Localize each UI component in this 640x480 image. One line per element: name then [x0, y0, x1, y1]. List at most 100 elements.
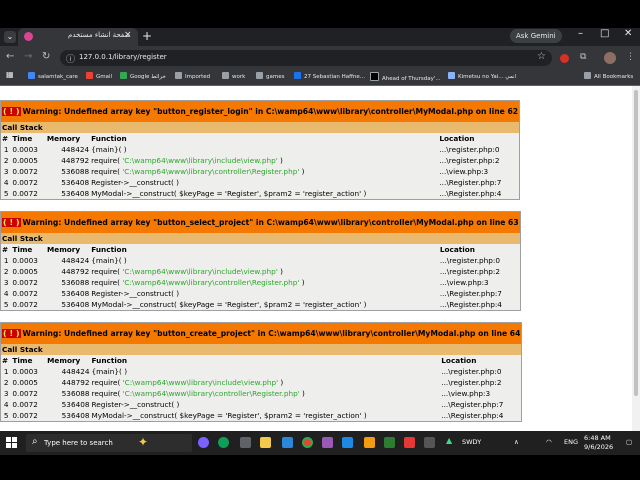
search-icon: ⌕: [32, 436, 38, 447]
vlc-icon[interactable]: [364, 437, 375, 448]
copilot-icon[interactable]: [198, 437, 209, 448]
title-bar-top: [0, 0, 640, 28]
location-link[interactable]: ...\register.php:2: [438, 155, 520, 166]
close-window-button[interactable]: ✕: [624, 28, 632, 39]
forward-button[interactable]: →: [24, 51, 32, 62]
bookmark-folder-work[interactable]: work: [222, 72, 245, 80]
warning-message: ( ! ) Warning: Undefined array key "butto…: [0, 322, 522, 344]
warning-icon: ( ! ): [2, 329, 21, 338]
windows-logo-icon: [6, 443, 11, 448]
browser-menu-icon[interactable]: ⋮: [626, 52, 635, 62]
col-function: Function: [90, 133, 439, 144]
bookmark-folder-imported[interactable]: Imported: [175, 72, 210, 80]
location-link[interactable]: ...\register.php:0: [438, 255, 521, 266]
bookmark-star-icon[interactable]: ☆: [537, 51, 546, 62]
task-view-icon[interactable]: [240, 437, 251, 448]
location-link[interactable]: ...\Register.php:4: [438, 299, 521, 311]
location-link[interactable]: ...\register.php:2: [438, 266, 521, 277]
tray-overflow-icon[interactable]: ∧: [514, 438, 519, 446]
address-bar[interactable]: ⓘ 127.0.0.1/library/register ☆: [60, 50, 552, 66]
error-table-2: ( ! ) Warning: Undefined array key "butto…: [0, 322, 523, 422]
bookmark-item-8[interactable]: Kimetsu no Yai... انمي: [448, 72, 516, 80]
error-table-1: ( ! ) Warning: Undefined array key "butto…: [0, 211, 521, 311]
stock-ticker[interactable]: SWDY: [462, 438, 481, 446]
col-function: Function: [90, 244, 439, 255]
bookmark-folder-games[interactable]: games: [256, 72, 284, 80]
maximize-button[interactable]: □: [600, 28, 609, 39]
vscode-icon[interactable]: [342, 437, 353, 448]
bookmark-item-2[interactable]: Google خرائط: [120, 72, 166, 80]
visual-studio-icon[interactable]: [322, 437, 333, 448]
notifications-icon[interactable]: ▢: [626, 438, 632, 446]
active-tab[interactable]: صفحة انشاء مستخدم ×: [18, 28, 138, 46]
file-explorer-icon[interactable]: [260, 437, 271, 448]
clock-date[interactable]: 9/6/2026: [584, 443, 613, 451]
ask-gemini-button[interactable]: Ask Gemini: [510, 29, 562, 43]
profile-avatar[interactable]: [604, 52, 616, 64]
bookmark-item-6[interactable]: 27 Sebastian Haffne...: [294, 72, 365, 80]
table-row: 2 0.0005 448792 require( 'C:\wamp64\www\lib…: [0, 266, 521, 277]
location-link[interactable]: ...\view.php:3: [438, 166, 520, 177]
tab-search-button[interactable]: ⌄: [4, 31, 16, 43]
tab-title: صفحة انشاء مستخدم: [68, 31, 131, 39]
extensions-icon[interactable]: ⧉: [580, 52, 586, 62]
start-button[interactable]: [6, 437, 17, 448]
language-indicator[interactable]: ENG: [564, 438, 578, 446]
location-link[interactable]: ...\register.php:2: [440, 377, 522, 388]
tab-favicon-icon: [24, 32, 33, 41]
location-link[interactable]: ...\view.php:3: [438, 277, 521, 288]
col-location: Location: [438, 244, 521, 255]
table-row: 1 0.0003 448424 {main}( ) ...\register.php:0: [0, 366, 522, 377]
location-link[interactable]: ...\Register.php:7: [438, 288, 521, 299]
extension-red-icon[interactable]: [560, 54, 569, 63]
bookmark-item-7[interactable]: Ahead of Thursday'...: [370, 72, 441, 82]
minimize-button[interactable]: –: [578, 28, 583, 39]
edge-icon[interactable]: [218, 437, 229, 448]
table-row: 5 0.0072 536408 MyModal->__construct( $keyP…: [0, 410, 522, 422]
search-placeholder: Type here to search: [44, 439, 113, 447]
folder-icon: [222, 72, 229, 79]
table-row: 3 0.0072 536088 require( 'C:\wamp64\www\lib…: [0, 388, 522, 399]
scrollbar-thumb[interactable]: [634, 90, 638, 396]
call-stack-title: Call Stack: [0, 233, 521, 244]
url-text[interactable]: 127.0.0.1/library/register: [79, 53, 167, 61]
folder-icon: [256, 72, 263, 79]
folder-icon: [584, 72, 591, 79]
bookmark-item-0[interactable]: salamtak_care: [28, 72, 78, 80]
windows-logo-icon: [6, 437, 11, 442]
app-icon[interactable]: [424, 437, 435, 448]
bookmark-item-1[interactable]: Gmail: [86, 72, 112, 80]
error-table-0: ( ! ) Warning: Undefined array key "butto…: [0, 100, 521, 200]
location-link[interactable]: ...\Register.php:7: [438, 177, 520, 188]
page-scrollbar[interactable]: [632, 86, 640, 431]
location-link[interactable]: ...\Register.php:4: [440, 410, 522, 422]
location-link[interactable]: ...\Register.php:7: [440, 399, 522, 410]
reload-button[interactable]: ↻: [42, 51, 50, 62]
page-content: ( ! ) Warning: Undefined array key "butto…: [0, 86, 632, 431]
site-info-icon[interactable]: ⓘ: [66, 52, 75, 65]
chrome-icon[interactable]: [302, 437, 313, 448]
new-tab-button[interactable]: +: [142, 29, 152, 43]
back-button[interactable]: ←: [6, 51, 14, 62]
location-link[interactable]: ...\register.php:0: [438, 144, 520, 155]
store-icon[interactable]: [282, 437, 293, 448]
app-icon[interactable]: [384, 437, 395, 448]
tab-close-icon[interactable]: ×: [124, 30, 132, 40]
folder-icon: [175, 72, 182, 79]
table-row: 1 0.0003 448424 {main}( ) ...\register.php:0: [0, 255, 521, 266]
wifi-icon[interactable]: ◠: [546, 438, 552, 446]
app-icon[interactable]: [404, 437, 415, 448]
location-link[interactable]: ...\view.php:3: [440, 388, 522, 399]
taskbar-search-box[interactable]: ⌕ Type here to search ✦: [26, 434, 192, 452]
location-link[interactable]: ...\Register.php:4: [438, 188, 520, 200]
location-link[interactable]: ...\register.php:0: [440, 366, 522, 377]
bookmark-favicon-icon: [28, 72, 35, 79]
all-bookmarks[interactable]: All Bookmarks: [584, 72, 633, 80]
warning-message: ( ! ) Warning: Undefined array key "butto…: [0, 100, 520, 122]
apps-icon[interactable]: ▦: [6, 70, 14, 79]
col-function: Function: [90, 355, 441, 366]
clock-time[interactable]: 6:48 AM: [584, 434, 611, 442]
copilot-sparkle-icon[interactable]: ✦: [138, 435, 148, 449]
col-memory: Memory: [46, 355, 91, 366]
table-row: 2 0.0005 448792 require( 'C:\wamp64\www\lib…: [0, 377, 522, 388]
